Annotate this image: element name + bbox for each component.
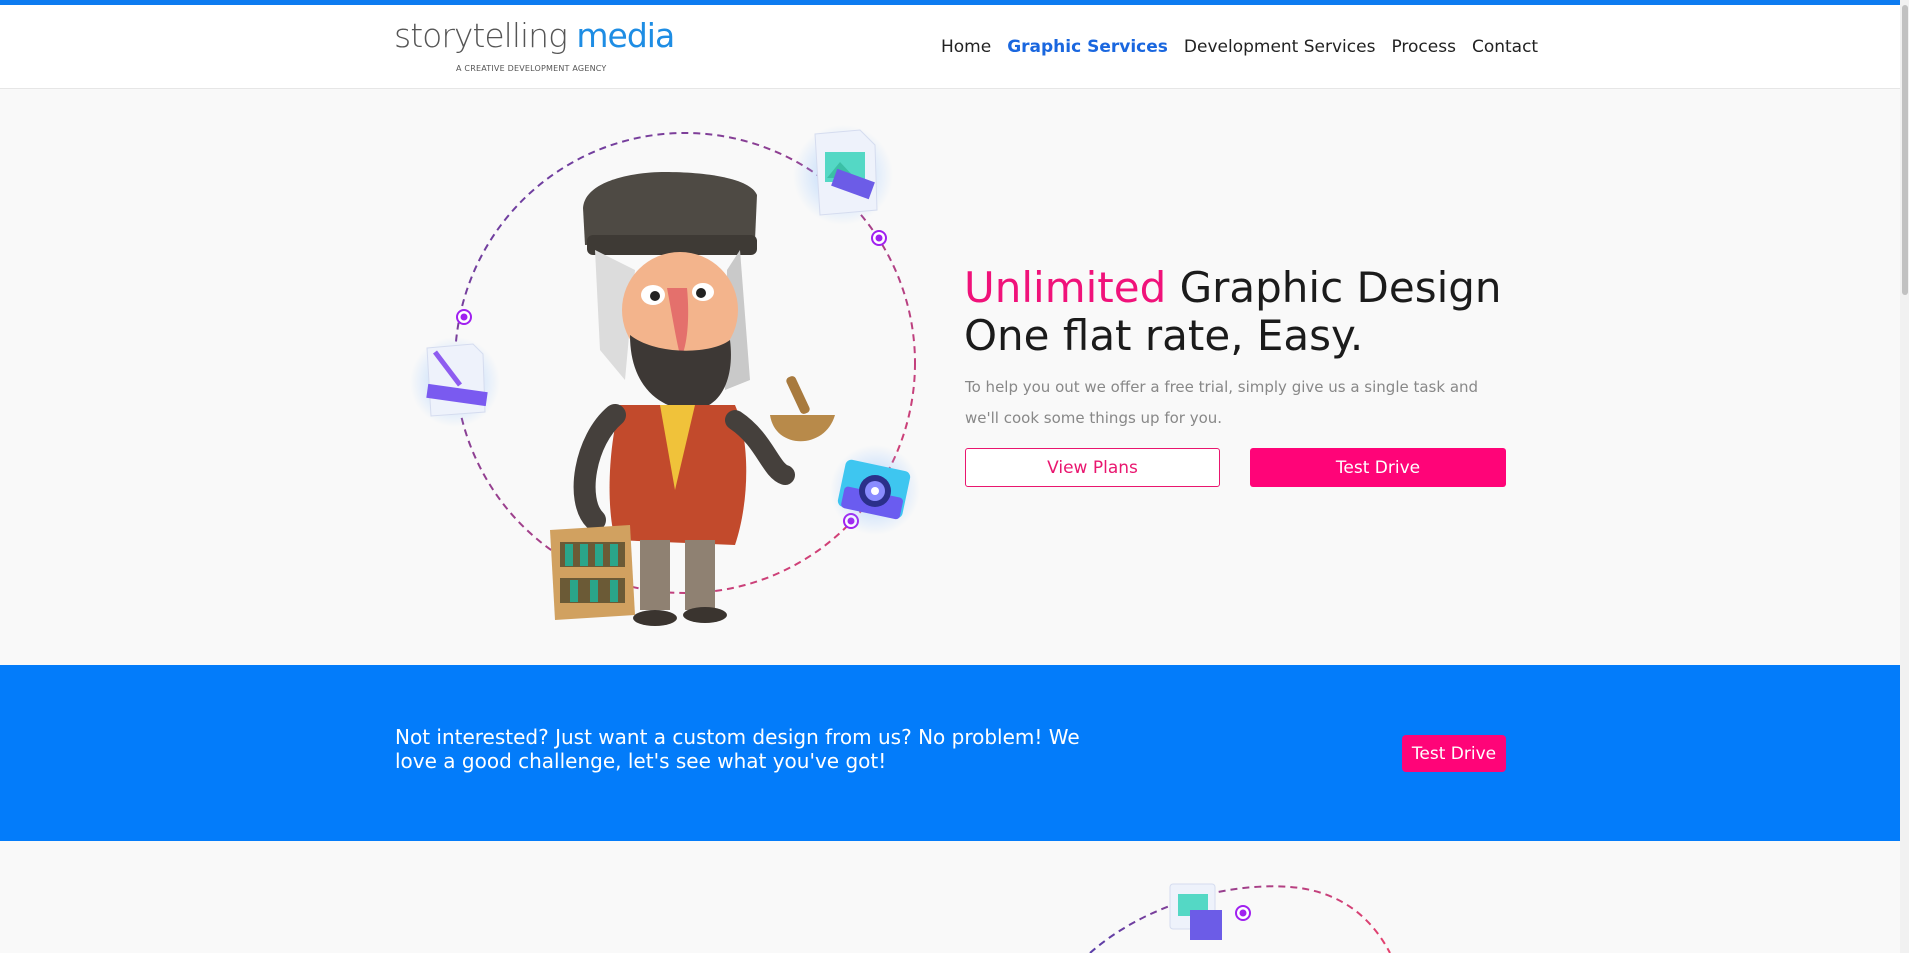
nav-graphic-services[interactable]: Graphic Services	[1007, 37, 1168, 57]
image-file-icon	[793, 125, 893, 225]
view-plans-button[interactable]: View Plans	[965, 448, 1220, 487]
hero-title-line2: One flat rate, Easy.	[964, 311, 1364, 360]
scrollbar-thumb[interactable]	[1902, 5, 1908, 295]
camera-icon	[830, 445, 920, 535]
hero-title: Unlimited Graphic Design One flat rate, …	[964, 264, 1502, 360]
nav-contact[interactable]: Contact	[1472, 37, 1538, 57]
orbit-dots	[1235, 905, 1251, 921]
alchemist-character	[550, 172, 835, 626]
test-drive-button[interactable]: Test Drive	[1250, 448, 1506, 487]
nav-development-services[interactable]: Development Services	[1184, 37, 1376, 57]
site-header: storytelling media A CREATIVE DEVELOPMEN…	[0, 5, 1900, 89]
logo-word-storytelling: storytelling	[394, 16, 568, 55]
nav-home[interactable]: Home	[941, 37, 991, 57]
design-tools-icon	[410, 337, 500, 427]
hero-description: To help you out we offer a free trial, s…	[965, 378, 1479, 427]
nav-process[interactable]: Process	[1391, 37, 1456, 57]
image-file-icon	[1169, 883, 1222, 940]
logo-tagline: A CREATIVE DEVELOPMENT AGENCY	[456, 64, 607, 73]
hero-title-rest: Graphic Design	[1166, 263, 1502, 312]
logo-word-media: media	[576, 16, 675, 55]
lower-illustration	[1089, 883, 1391, 953]
cta-band: Not interested? Just want a custom desig…	[0, 665, 1900, 841]
cta-band-text: Not interested? Just want a custom desig…	[395, 725, 1080, 773]
hero-title-highlight: Unlimited	[964, 263, 1167, 312]
site-logo[interactable]: storytelling media A CREATIVE DEVELOPMEN…	[394, 16, 675, 79]
cta-test-drive-button[interactable]: Test Drive	[1402, 735, 1506, 772]
hero-illustration	[410, 125, 920, 626]
main-nav: Home Graphic Services Development Servic…	[941, 37, 1554, 57]
